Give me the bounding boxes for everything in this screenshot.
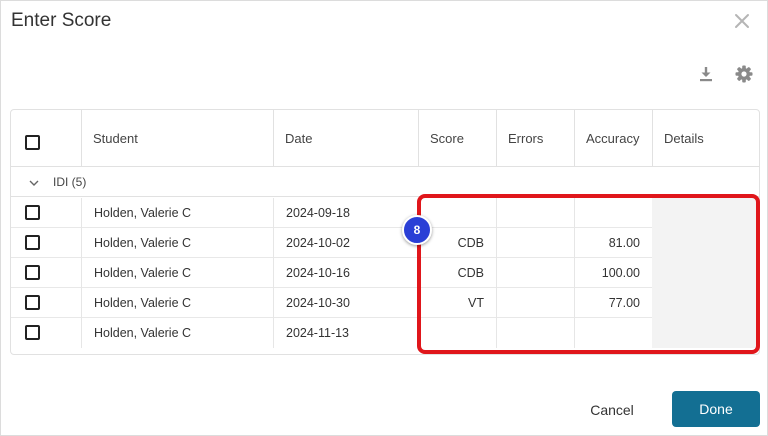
score-cell[interactable]	[418, 318, 484, 348]
download-icon[interactable]	[696, 64, 716, 84]
table-row: Holden, Valerie C 2024-10-02 CDB 81.00	[11, 228, 759, 258]
accuracy-cell[interactable]	[574, 198, 640, 228]
accuracy-cell[interactable]: 81.00	[574, 228, 640, 258]
gear-icon[interactable]	[734, 64, 754, 84]
chevron-down-icon[interactable]	[28, 177, 40, 189]
score-date: 2024-11-13	[286, 326, 350, 340]
accuracy-cell[interactable]: 100.00	[574, 258, 640, 288]
column-header-student[interactable]: Student	[81, 110, 273, 167]
errors-cell[interactable]	[496, 318, 562, 348]
column-header-score[interactable]: Score	[418, 110, 496, 167]
errors-cell[interactable]	[496, 258, 562, 288]
score-cell[interactable]: VT	[418, 288, 484, 318]
done-button[interactable]: Done	[672, 391, 760, 427]
student-name: Holden, Valerie C	[94, 326, 192, 340]
row-checkbox[interactable]	[25, 265, 40, 280]
errors-cell[interactable]	[496, 288, 562, 318]
table-row: Holden, Valerie C 2024-11-13	[11, 318, 759, 348]
table-row: Holden, Valerie C 2024-10-16 CDB 100.00	[11, 258, 759, 288]
column-header-errors[interactable]: Errors	[496, 110, 574, 167]
score-date: 2024-09-18	[286, 206, 350, 220]
step-badge: 8	[402, 215, 432, 245]
row-checkbox[interactable]	[25, 205, 40, 220]
column-header-date[interactable]: Date	[273, 110, 418, 167]
student-name: Holden, Valerie C	[94, 236, 192, 250]
score-date: 2024-10-16	[286, 266, 350, 280]
details-cell[interactable]	[652, 318, 759, 348]
cancel-button[interactable]: Cancel	[576, 395, 648, 425]
enter-score-dialog: Enter Score Student Date Score Errors Ac…	[0, 0, 768, 436]
accuracy-cell[interactable]: 77.00	[574, 288, 640, 318]
table-row: Holden, Valerie C 2024-09-18	[11, 198, 759, 228]
column-header-details[interactable]: Details	[652, 110, 759, 167]
score-date: 2024-10-30	[286, 296, 350, 310]
score-table: Student Date Score Errors Accuracy Detai…	[10, 109, 760, 355]
select-all-checkbox[interactable]	[25, 135, 40, 150]
details-cell[interactable]	[652, 258, 759, 288]
group-row-idi[interactable]: IDI (5)	[11, 167, 759, 197]
score-cell[interactable]: CDB	[418, 258, 484, 288]
row-checkbox[interactable]	[25, 235, 40, 250]
details-cell[interactable]	[652, 228, 759, 258]
dialog-title: Enter Score	[11, 10, 112, 31]
table-row: Holden, Valerie C 2024-10-30 VT 77.00	[11, 288, 759, 318]
column-header-accuracy[interactable]: Accuracy	[574, 110, 652, 167]
group-label: IDI (5)	[53, 175, 87, 189]
student-name: Holden, Valerie C	[94, 266, 192, 280]
row-checkbox[interactable]	[25, 325, 40, 340]
close-icon[interactable]	[731, 10, 753, 32]
details-cell[interactable]	[652, 198, 759, 228]
table-header: Student Date Score Errors Accuracy Detai…	[11, 110, 759, 167]
accuracy-cell[interactable]	[574, 318, 640, 348]
errors-cell[interactable]	[496, 198, 562, 228]
row-checkbox[interactable]	[25, 295, 40, 310]
score-date: 2024-10-02	[286, 236, 350, 250]
student-name: Holden, Valerie C	[94, 296, 192, 310]
student-name: Holden, Valerie C	[94, 206, 192, 220]
details-cell[interactable]	[652, 288, 759, 318]
errors-cell[interactable]	[496, 228, 562, 258]
